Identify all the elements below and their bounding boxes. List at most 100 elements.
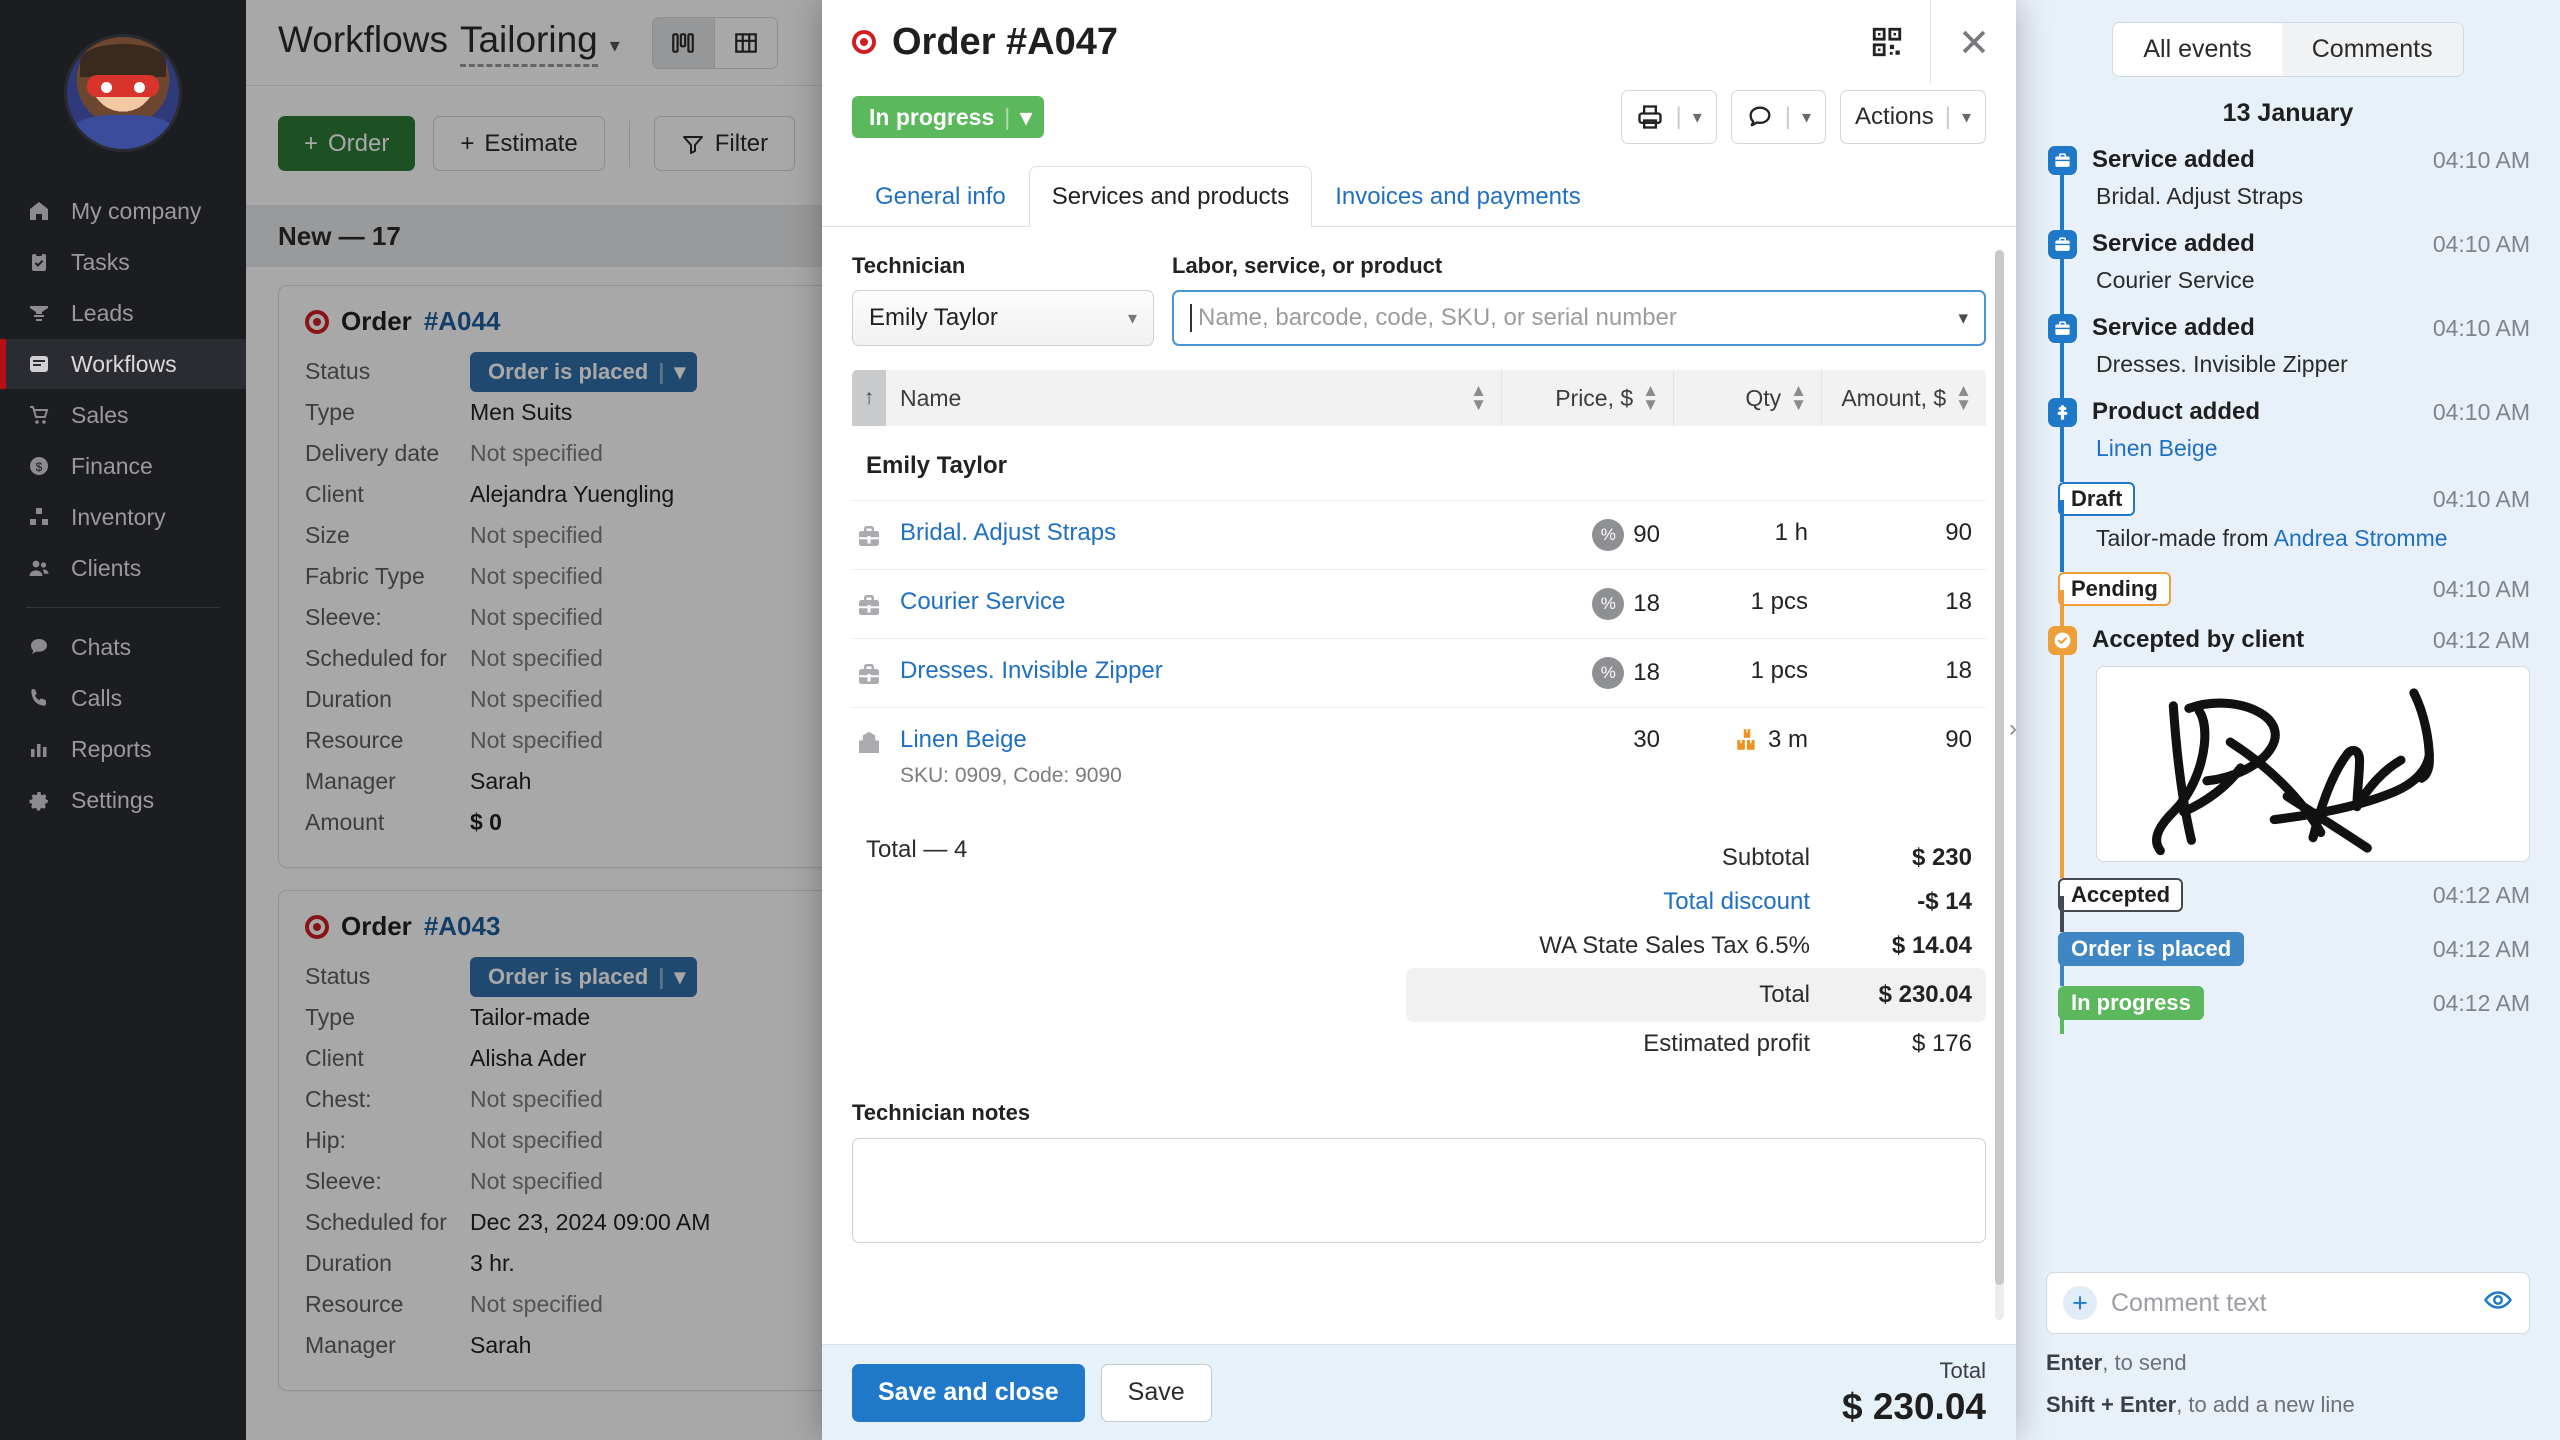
sort-icon: ▲ ▼ — [1642, 381, 1659, 414]
avatar-container[interactable] — [0, 0, 246, 186]
timeline-event-header: Service added 04:10 AM — [2092, 314, 2530, 342]
row-name-link[interactable]: Bridal. Adjust Straps — [900, 519, 1116, 546]
sidebar-item-clients[interactable]: Clients — [0, 543, 246, 593]
sidebar-item-my-company[interactable]: My company — [0, 186, 246, 236]
row-price-cell[interactable]: 30 — [1502, 726, 1674, 754]
total-discount-link[interactable]: Total discount — [1663, 888, 1836, 916]
timeline-event-link[interactable]: Andrea Stromme — [2274, 525, 2448, 551]
row-name-link[interactable]: Courier Service — [900, 588, 1065, 615]
add-attachment-icon[interactable]: + — [2063, 1286, 2097, 1320]
comment-input[interactable]: + Comment text — [2046, 1272, 2530, 1334]
print-button[interactable]: | ▾ — [1621, 90, 1717, 144]
totals-list: Subtotal $ 230 Total discount -$ 14 WA S… — [1406, 836, 1986, 1066]
sidebar-item-inventory[interactable]: Inventory — [0, 492, 246, 542]
technician-notes-input[interactable] — [852, 1138, 1986, 1243]
tab-services-and-products[interactable]: Services and products — [1028, 166, 1313, 227]
discount-percent-icon: % — [1592, 519, 1625, 551]
timeline-event-header: Service added 04:10 AM — [2092, 146, 2530, 174]
timeline-event-time: 04:12 AM — [2432, 626, 2530, 653]
sidebar-item-chats[interactable]: Chats — [0, 622, 246, 672]
table-row[interactable]: Courier Service% 18 1 pcs 18 — [852, 569, 1986, 638]
tax-value: $ 14.04 — [1891, 932, 1972, 959]
timeline-event-header: Draft 04:10 AM — [2058, 482, 2530, 516]
panel-collapse-handle[interactable]: › — [2002, 712, 2024, 746]
status-badge: Order is placed — [2058, 932, 2245, 966]
timeline-event: In progress 04:12 AM — [2046, 986, 2530, 1040]
column-header-qty-label: Qty — [1745, 384, 1782, 411]
chevron-down-icon[interactable]: ▾ — [1802, 107, 1811, 128]
row-qty-cell[interactable]: 1 pcs — [1674, 588, 1822, 616]
tab-invoices-and-payments[interactable]: Invoices and payments — [1312, 166, 1603, 227]
column-header-price[interactable]: Price, $ ▲ ▼ — [1502, 370, 1674, 426]
sidebar-item-workflows[interactable]: Workflows — [0, 339, 246, 389]
chevron-down-icon[interactable]: ▾ — [1958, 307, 1968, 330]
chevron-down-icon[interactable]: ▾ — [1962, 107, 1971, 128]
row-name-link[interactable]: Dresses. Invisible Zipper — [900, 657, 1163, 684]
timeline-event: Service added 04:10 AM Courier Service — [2046, 230, 2530, 314]
stock-boxes-icon — [1737, 729, 1755, 750]
activity-day-header: 13 January — [2222, 99, 2354, 127]
avatar-hair — [80, 43, 166, 78]
row-subtitle: SKU: 0909, Code: 9090 — [900, 764, 1122, 787]
row-name-cell: Bridal. Adjust Straps — [886, 519, 1502, 547]
sidebar-item-calls[interactable]: Calls — [0, 673, 246, 723]
qr-code-button[interactable] — [1844, 0, 1930, 84]
sidebar-item-reports[interactable]: Reports — [0, 724, 246, 774]
sidebar-item-label: Sales — [71, 401, 129, 428]
signature-image — [2152, 688, 2434, 856]
comment-button[interactable]: | ▾ — [1730, 90, 1827, 144]
timeline-event-subtitle: Tailor-made from Andrea Stromme — [2096, 525, 2448, 551]
sidebar-item-settings[interactable]: Settings — [0, 775, 246, 825]
timeline-event-link[interactable]: Linen Beige — [2096, 435, 2218, 461]
activity-tab-all-events[interactable]: All events — [2113, 23, 2282, 76]
modal-scrollbar[interactable] — [1995, 250, 2004, 1320]
row-qty-cell[interactable]: 3 m — [1674, 726, 1822, 754]
items-rows: Bridal. Adjust Straps % 90 1 h 90 Courier Ser… — [852, 500, 1986, 806]
footer-total-label: Total — [1939, 1357, 1986, 1383]
row-qty-cell[interactable]: 1 pcs — [1674, 657, 1822, 685]
column-header-qty[interactable]: Qty ▲ ▼ — [1674, 370, 1822, 426]
sidebar-item-finance[interactable]: $ Finance — [0, 441, 246, 491]
row-price-cell[interactable]: % 90 — [1502, 519, 1674, 551]
modal-scrollbar-thumb[interactable] — [1995, 250, 2004, 1285]
eye-icon — [2484, 1291, 2512, 1309]
order-status-dropdown[interactable]: In progress | ▾ — [852, 96, 1044, 138]
actions-button[interactable]: Actions | ▾ — [1840, 90, 1986, 144]
sidebar-item-tasks[interactable]: Tasks — [0, 237, 246, 287]
total-label: Total — [1759, 981, 1810, 1008]
user-avatar[interactable] — [67, 37, 179, 149]
chat-icon — [31, 639, 47, 654]
product-search-input[interactable]: Name, barcode, code, SKU, or serial numb… — [1172, 290, 1986, 346]
table-row[interactable]: Dresses. Invisible Zipper% 18 1 pcs 18 — [852, 638, 1986, 707]
order-status-dot-icon — [852, 30, 876, 54]
activity-tab-comments[interactable]: Comments — [2281, 23, 2463, 76]
sidebar-item-sales[interactable]: Sales — [0, 390, 246, 440]
sort-order-column[interactable]: ↑ — [852, 370, 886, 426]
tab-general-info[interactable]: General info — [852, 166, 1029, 227]
people-icon — [29, 560, 49, 576]
close-button[interactable] — [1930, 0, 2016, 84]
timeline-event: Product added 04:10 AM Linen Beige — [2046, 398, 2530, 482]
table-row[interactable]: Bridal. Adjust Straps% 90 1 h 90 — [852, 500, 1986, 569]
table-row[interactable]: Linen Beige SKU: 0909, Code: 9090 30 3 m 90 — [852, 707, 1986, 806]
column-header-name[interactable]: Name ▲ ▼ — [886, 370, 1502, 426]
column-header-amount[interactable]: Amount, $ ▲ ▼ — [1822, 370, 1986, 426]
divider: | — [1944, 103, 1951, 130]
row-amount-cell: 90 — [1945, 726, 1972, 753]
row-name-link[interactable]: Linen Beige — [900, 726, 1027, 753]
technician-select[interactable]: Emily Taylor ▾ — [852, 290, 1154, 346]
dollar-circle-icon: $ — [30, 457, 48, 475]
discount-percent-icon: % — [1592, 657, 1625, 689]
row-price-cell[interactable]: % 18 — [1502, 588, 1674, 620]
row-qty-cell[interactable]: 1 h — [1674, 519, 1822, 547]
save-button[interactable]: Save — [1100, 1363, 1212, 1422]
sidebar-item-label: Leads — [71, 299, 134, 326]
chevron-down-icon[interactable]: ▾ — [1693, 107, 1702, 128]
row-price-cell[interactable]: % 18 — [1502, 657, 1674, 689]
save-and-close-button[interactable]: Save and close — [852, 1363, 1085, 1422]
service-toolbox-icon — [859, 526, 879, 546]
sidebar-item-label: Workflows — [71, 350, 177, 377]
visibility-toggle-button[interactable] — [2483, 1285, 2513, 1321]
row-qty-value: 3 m — [1767, 726, 1808, 753]
sidebar-item-leads[interactable]: Leads — [0, 288, 246, 338]
